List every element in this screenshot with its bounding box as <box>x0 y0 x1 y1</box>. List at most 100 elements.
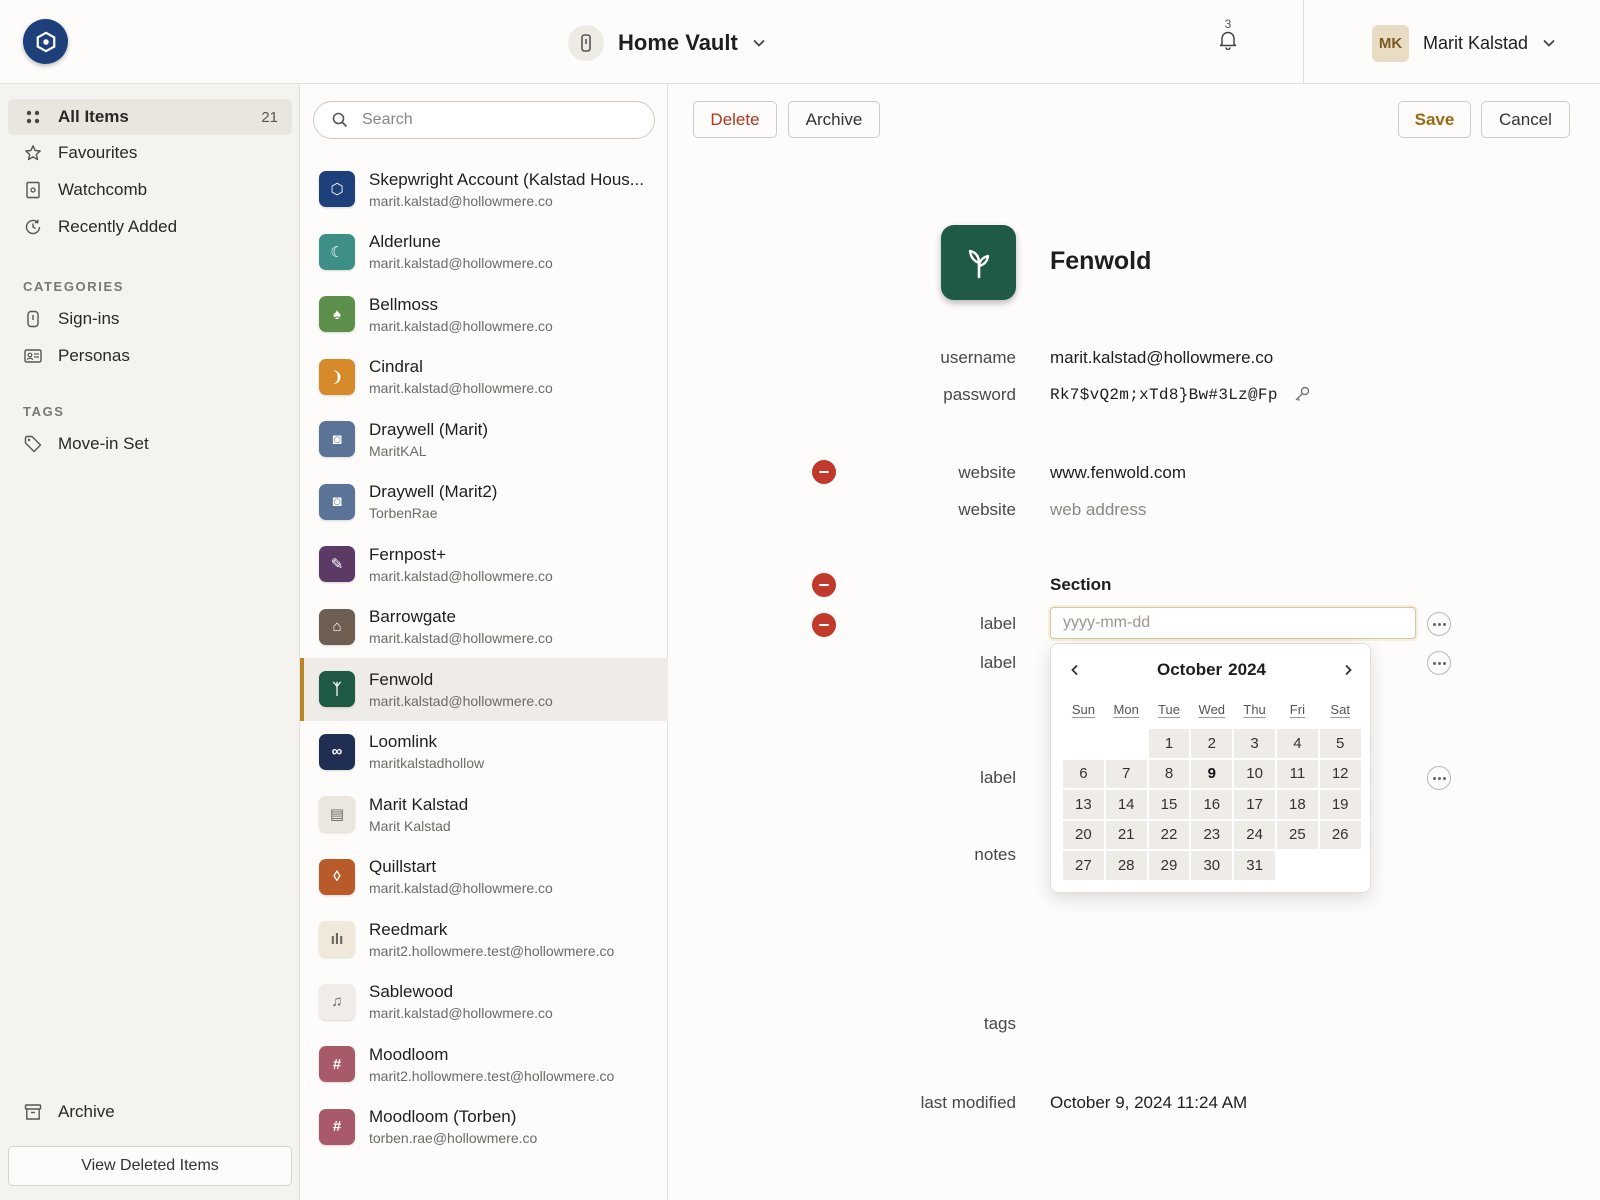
item-title: Fenwold <box>369 669 434 689</box>
list-item[interactable]: ❩ Cindral marit.kalstad@hollowmere.co <box>300 346 668 409</box>
password-generator-icon[interactable] <box>1293 385 1311 403</box>
website-value[interactable]: www.fenwold.com <box>1050 463 1186 483</box>
view-deleted-items-button[interactable]: View Deleted Items <box>8 1146 292 1186</box>
list-item[interactable]: ▤ Marit Kalstad Marit Kalstad <box>300 783 668 846</box>
calendar-day[interactable]: 22 <box>1147 819 1191 850</box>
field-label[interactable]: label <box>816 653 1016 673</box>
calendar-day[interactable]: 29 <box>1147 850 1191 881</box>
calendar-day[interactable]: 5 <box>1318 728 1362 759</box>
sidebar-item-personas[interactable]: Personas <box>8 338 292 374</box>
weekday-header: Mon <box>1113 702 1139 717</box>
item-text: Skepwright Account (Kalstad Hous... marit… <box>369 170 649 209</box>
item-glyph: ◙ <box>332 493 342 511</box>
item-subtitle: marit.kalstad@hollowmere.co <box>369 880 553 897</box>
calendar-day[interactable]: 30 <box>1190 850 1234 881</box>
list-item[interactable]: # Moodloom marit2.hollowmere.test@hollowme… <box>300 1033 668 1096</box>
calendar-day[interactable]: 12 <box>1318 758 1362 789</box>
calendar-day[interactable]: 3 <box>1233 728 1276 759</box>
calendar-day[interactable]: 18 <box>1275 789 1319 820</box>
avatar: MK <box>1372 24 1409 62</box>
calendar-day[interactable]: 20 <box>1062 819 1105 850</box>
search-input[interactable] <box>362 111 622 129</box>
vault-icon <box>24 181 42 199</box>
save-button[interactable]: Save <box>1398 101 1471 138</box>
remove-section-button[interactable] <box>812 573 836 597</box>
list-item[interactable]: ılı Reedmark marit2.hollowmere.test@hollow… <box>300 908 668 971</box>
field-label[interactable]: label <box>816 614 1016 634</box>
item-icon: ⌂ <box>319 608 355 645</box>
list-item[interactable]: ✎ Fernpost+ marit.kalstad@hollowmere.co <box>300 533 668 596</box>
sidebar-item-tag-move-in-set[interactable]: Move-in Set <box>8 426 292 462</box>
calendar-day[interactable]: 26 <box>1318 819 1362 850</box>
section-title[interactable]: Section <box>1050 575 1111 595</box>
field-options-button[interactable] <box>1427 651 1451 675</box>
username-value[interactable]: marit.kalstad@hollowmere.co <box>1050 348 1273 368</box>
calendar-day[interactable]: 15 <box>1147 789 1191 820</box>
sidebar-item-all-items[interactable]: All Items 21 <box>8 99 292 135</box>
vault-switcher[interactable]: Home Vault <box>568 24 766 62</box>
calendar-day[interactable]: 11 <box>1275 758 1319 789</box>
item-icon: ᛉ <box>319 671 355 708</box>
sidebar-item-archive[interactable]: Archive <box>8 1094 292 1130</box>
delete-button[interactable]: Delete <box>693 101 777 138</box>
next-month-button[interactable] <box>1336 658 1360 682</box>
calendar-day[interactable]: 8 <box>1147 758 1191 789</box>
calendar-day[interactable]: 1 <box>1147 728 1191 759</box>
search-box[interactable] <box>313 101 655 139</box>
list-item[interactable]: ⬡ Skepwright Account (Kalstad Hous... mari… <box>300 158 668 221</box>
item-title[interactable]: Fenwold <box>1050 247 1151 276</box>
calendar-day[interactable]: 24 <box>1233 819 1276 850</box>
weekday-header: Wed <box>1198 702 1226 717</box>
calendar-day[interactable]: 23 <box>1190 819 1234 850</box>
sidebar-item-watchcomb[interactable]: Watchcomb <box>8 172 292 208</box>
list-item[interactable]: ☾ Alderlune marit.kalstad@hollowmere.co <box>300 221 668 284</box>
calendar-day[interactable]: 17 <box>1233 789 1276 820</box>
list-item[interactable]: # Moodloom (Torben) torben.rae@hollowmere.… <box>300 1096 668 1159</box>
list-item[interactable]: ∞ Loomlink maritkalstadhollow <box>300 721 668 784</box>
sidebar-item-recently-added[interactable]: Recently Added <box>8 209 292 245</box>
archive-button[interactable]: Archive <box>788 101 880 138</box>
sidebar-item-sign-ins[interactable]: Sign-ins <box>8 301 292 337</box>
vault-key-icon <box>568 25 604 61</box>
calendar-day-today[interactable]: 9 <box>1190 758 1234 789</box>
website-input[interactable]: web address <box>1050 500 1146 520</box>
calendar-day[interactable]: 7 <box>1104 758 1148 789</box>
tags-heading: TAGS <box>23 404 65 419</box>
calendar-day[interactable]: 25 <box>1275 819 1319 850</box>
list-item[interactable]: ◙ Draywell (Marit2) TorbenRae <box>300 471 668 534</box>
list-item[interactable]: ᛉ Fenwold marit.kalstad@hollowmere.co <box>300 658 668 721</box>
calendar-day[interactable]: 28 <box>1104 850 1148 881</box>
item-subtitle: maritkalstadhollow <box>369 755 485 772</box>
calendar-day[interactable]: 16 <box>1190 789 1234 820</box>
list-item[interactable]: ♫ Sablewood marit.kalstad@hollowmere.co <box>300 971 668 1034</box>
sidebar: All Items 21 Favourites Watchcomb Recent… <box>0 84 300 1200</box>
item-logo[interactable] <box>941 225 1016 300</box>
calendar-day[interactable]: 13 <box>1062 789 1105 820</box>
item-subtitle: marit.kalstad@hollowmere.co <box>369 192 553 209</box>
id-card-icon <box>24 347 42 365</box>
calendar-day[interactable]: 21 <box>1104 819 1148 850</box>
calendar-day[interactable]: 10 <box>1233 758 1276 789</box>
field-options-button[interactable] <box>1427 612 1451 636</box>
calendar-day[interactable]: 4 <box>1275 728 1319 759</box>
field-label[interactable]: label <box>816 768 1016 788</box>
date-field[interactable] <box>1050 607 1416 639</box>
calendar-day[interactable]: 6 <box>1062 758 1105 789</box>
app-logo[interactable] <box>23 19 68 64</box>
field-options-button[interactable] <box>1427 766 1451 790</box>
calendar-day[interactable]: 2 <box>1190 728 1234 759</box>
list-item[interactable]: ⌂ Barrowgate marit.kalstad@hollowmere.co <box>300 596 668 659</box>
password-value[interactable]: Rk7$vQ2m;xTd8}Bw#3Lz@Fp <box>1050 386 1278 404</box>
sidebar-item-favourites[interactable]: Favourites <box>8 135 292 171</box>
calendar-day[interactable]: 27 <box>1062 850 1105 881</box>
list-item[interactable]: ◊ Quillstart marit.kalstad@hollowmere.co <box>300 846 668 909</box>
list-item[interactable]: ◙ Draywell (Marit) MaritKAL <box>300 408 668 471</box>
account-menu[interactable]: MK Marit Kalstad <box>1372 24 1556 62</box>
cancel-button[interactable]: Cancel <box>1481 101 1570 138</box>
calendar-day[interactable]: 31 <box>1233 850 1276 881</box>
notifications-button[interactable]: 3 <box>1214 18 1242 58</box>
calendar-day[interactable]: 14 <box>1104 789 1148 820</box>
list-item[interactable]: ♠ Bellmoss marit.kalstad@hollowmere.co <box>300 283 668 346</box>
calendar-day[interactable]: 19 <box>1318 789 1362 820</box>
item-glyph: ⬡ <box>330 181 344 199</box>
